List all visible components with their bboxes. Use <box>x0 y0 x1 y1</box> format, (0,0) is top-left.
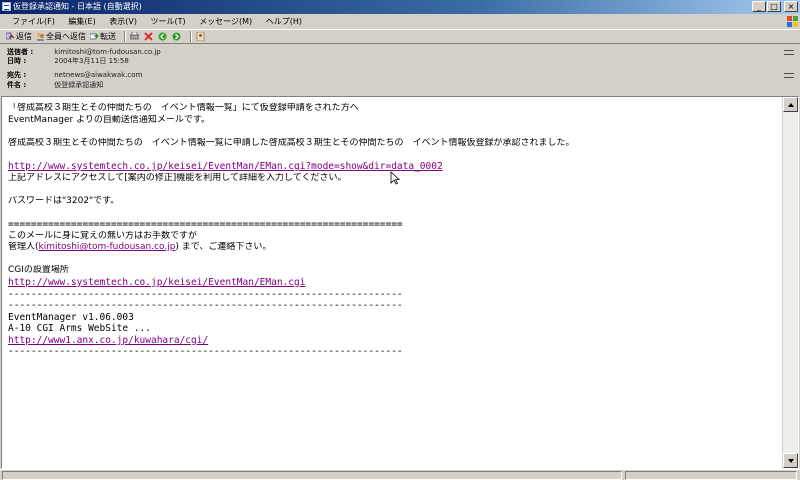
event-url-link[interactable]: http://www.systemtech.co.jp/keisei/Event… <box>8 161 443 172</box>
title-bar[interactable]: 仮登録承認通知 - 日本語 (自動選択) _ □ × <box>0 0 800 14</box>
scroll-up-button[interactable] <box>783 97 798 112</box>
password-line: パスワードは"3202"です。 <box>8 195 120 206</box>
close-button[interactable]: × <box>784 1 798 12</box>
separator-line: ----------------------------------------… <box>8 300 403 312</box>
toolbar-separator-2 <box>190 31 192 42</box>
subject-value: 仮登録承認通知 <box>54 81 104 89</box>
admin-suffix: ) まで、ご連絡下さい。 <box>175 242 272 253</box>
date-value: 2004年3月11日 15:58 <box>54 57 129 65</box>
from-label: 送信者 : <box>7 48 34 56</box>
window-controls: _ □ × <box>752 1 798 12</box>
subject-label: 件名 : <box>7 81 27 89</box>
down-arrow-icon <box>788 459 794 463</box>
to-row: 宛先 : netnews@aiwakwak.com <box>7 71 142 80</box>
status-cell <box>2 471 622 480</box>
from-value[interactable]: kimitoshi@tom-fudousan.co.jp <box>54 48 160 57</box>
header-expand-icon-2[interactable] <box>784 73 794 78</box>
from-row: 送信者 : kimitoshi@tom-fudousan.co.jp <box>7 48 161 57</box>
menu-view[interactable]: 表示(V) <box>105 14 141 29</box>
next-arrow-icon <box>172 32 181 41</box>
status-bar <box>0 469 800 480</box>
version-line: EventManager v1.06.003 <box>8 311 134 323</box>
toolbar: 返信 全員へ返信 転送 <box>0 29 800 44</box>
forward-button[interactable]: 転送 <box>89 30 116 43</box>
admin-line: 管理人(kimitoshi@tom-fudousan.co.jp) まで、ご連絡… <box>8 242 783 254</box>
next-button[interactable] <box>172 32 182 41</box>
admin-prefix: 管理人( <box>8 242 39 253</box>
mail-app-icon <box>2 2 11 11</box>
to-value[interactable]: netnews@aiwakwak.com <box>54 71 142 80</box>
reply-button[interactable]: 返信 <box>5 30 32 43</box>
forward-label: 転送 <box>100 32 116 41</box>
status-cell-right <box>625 471 797 480</box>
menu-bar: ファイル(F) 編集(E) 表示(V) ツール(T) メッセージ(M) ヘルプ(… <box>0 14 800 29</box>
subject-row: 件名 : 仮登録承認通知 <box>7 81 103 90</box>
separator-line: ----------------------------------------… <box>8 288 403 300</box>
reply-all-button[interactable]: 全員へ返信 <box>36 30 86 43</box>
mail-window: 仮登録承認通知 - 日本語 (自動選択) _ □ × ファイル(F) 編集(E)… <box>0 0 800 480</box>
reply-label: 返信 <box>16 32 32 41</box>
up-arrow-icon <box>788 103 794 107</box>
date-row: 日時 : 2004年3月11日 15:58 <box>7 57 129 66</box>
vertical-scrollbar[interactable] <box>782 97 798 468</box>
reply-icon <box>5 32 15 41</box>
menu-tools[interactable]: ツール(T) <box>147 14 190 29</box>
message-header: 送信者 : kimitoshi@tom-fudousan.co.jp 日時 : … <box>0 44 800 96</box>
scroll-down-button[interactable] <box>783 453 798 468</box>
minimize-button[interactable]: _ <box>752 1 766 12</box>
date-label: 日時 : <box>7 57 27 65</box>
mouse-cursor-icon <box>390 171 400 185</box>
body-line: 啓成高校３期生とその仲間たちの イベント情報一覧に申請した啓成高校３期生とその仲… <box>8 137 575 148</box>
site-line: A-10 CGI Arms WebSite ... <box>8 323 151 335</box>
separator-line: ----------------------------------------… <box>8 346 403 358</box>
body-line: このメールに身に覚えの無い方はお手数ですが <box>8 230 198 241</box>
menu-edit[interactable]: 編集(E) <box>64 14 99 29</box>
maximize-button[interactable]: □ <box>767 1 781 12</box>
menu-message[interactable]: メッセージ(M) <box>195 14 256 29</box>
site-url-link[interactable]: http://www1.anx.co.jp/kuwahara/cgi/ <box>8 335 208 346</box>
print-button[interactable] <box>129 31 140 41</box>
body-line: EventManager よりの自動送信通知メールです。 <box>8 114 211 125</box>
message-body[interactable]: 「啓成高校３期生とその仲間たちの イベント情報一覧」にて仮登録申請をされた方へ … <box>1 96 799 469</box>
message-text: 「啓成高校３期生とその仲間たちの イベント情報一覧」にて仮登録申請をされた方へ … <box>8 103 783 358</box>
previous-button[interactable] <box>158 32 168 41</box>
cgi-url-link[interactable]: http://www.systemtech.co.jp/keisei/Event… <box>8 277 305 288</box>
reply-all-label: 全員へ返信 <box>46 32 86 41</box>
delete-icon <box>144 32 153 41</box>
forward-icon <box>89 32 99 41</box>
menu-file[interactable]: ファイル(F) <box>8 14 59 29</box>
toolbar-separator <box>124 31 126 42</box>
windows-logo-icon <box>787 16 798 27</box>
window-title: 仮登録承認通知 - 日本語 (自動選択) <box>13 2 142 11</box>
reply-all-icon <box>36 32 45 41</box>
delete-button[interactable] <box>144 32 154 41</box>
admin-email-link[interactable]: kimitoshi@tom-fudousan.co.jp <box>39 242 176 252</box>
print-icon <box>129 31 140 41</box>
menu-help[interactable]: ヘルプ(H) <box>262 14 306 29</box>
address-book-icon <box>196 31 205 42</box>
to-label: 宛先 : <box>7 71 27 79</box>
header-expand-icon[interactable] <box>784 50 794 55</box>
separator-line: ========================================… <box>8 218 403 230</box>
address-book-button[interactable] <box>196 31 206 42</box>
body-line: CGIの設置場所 <box>8 265 69 276</box>
body-line: 「啓成高校３期生とその仲間たちの イベント情報一覧」にて仮登録申請をされた方へ <box>8 103 359 113</box>
previous-arrow-icon <box>158 32 167 41</box>
